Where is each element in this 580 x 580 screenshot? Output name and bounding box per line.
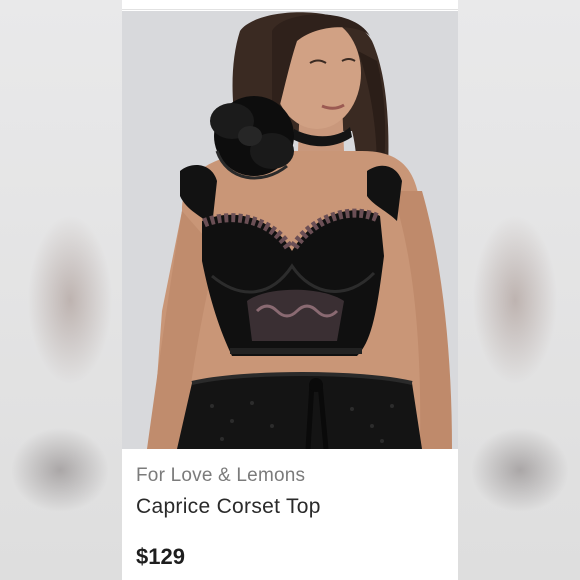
listing-card[interactable]: For Love & Lemons Caprice Corset Top $12… [122, 0, 458, 580]
card-top-edge [122, 0, 458, 10]
listing-info: For Love & Lemons Caprice Corset Top [136, 462, 446, 522]
product-title[interactable]: Caprice Corset Top [136, 492, 446, 522]
price-label: $129 [136, 544, 185, 569]
brand-name[interactable]: For Love & Lemons [136, 462, 446, 490]
product-photo[interactable] [122, 11, 458, 449]
